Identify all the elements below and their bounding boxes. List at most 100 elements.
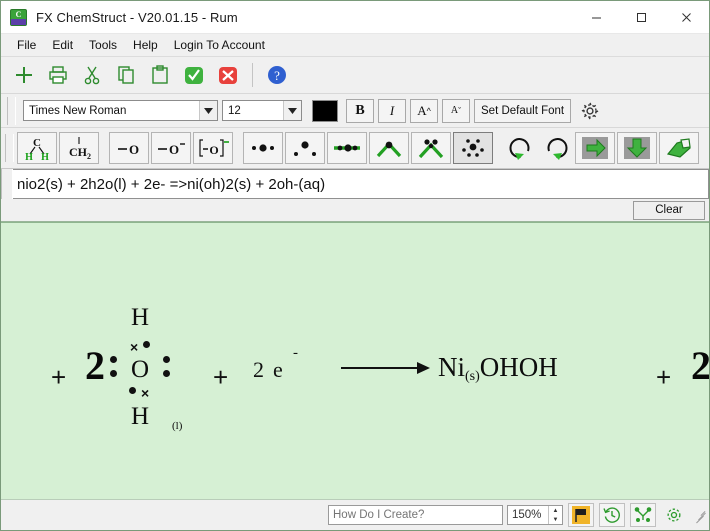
new-icon[interactable] [7,60,41,90]
product-element: Ni [438,352,465,382]
electron-cross-bottom-right: × [141,385,150,401]
chemstruct-app-icon: C [10,8,27,26]
minimize-icon[interactable] [574,1,619,33]
menu-item-tools[interactable]: Tools [81,36,125,54]
maximize-icon[interactable] [619,1,664,33]
chem-structure-toolbar: C H H CH 2 O O O [1,128,709,169]
increase-font-size-button[interactable]: A ^ [410,98,438,123]
set-default-font-button[interactable]: Set Default Font [474,98,572,123]
equation-area: + 2 H × O × H (l) + 2 e - Ni(s)OHOH + 2 [1,223,709,499]
oxygen-anion-icon[interactable]: O [151,132,191,164]
caret-up-icon: ^ [426,105,431,116]
bent-bond-lone-pair-icon[interactable] [411,132,451,164]
equation-plus-1: + [51,362,67,392]
italic-button[interactable]: I [378,98,406,123]
zoom-spinner[interactable]: ▲ ▼ [548,506,562,524]
chevron-down-icon[interactable] [283,101,301,120]
application-window: C FX ChemStruct - V20.01.15 - Rum File E… [0,0,710,531]
zoom-up-icon[interactable]: ▲ [549,506,562,515]
formula-grip[interactable] [1,169,13,199]
decrease-font-size-button[interactable]: Aˇ [442,98,470,123]
history-clock-icon[interactable] [599,503,625,527]
text-color-swatch[interactable] [312,99,338,122]
cancel-x-icon[interactable] [211,60,245,90]
toolbar-separator [252,63,253,87]
product-remainder: OHOH [479,352,558,382]
window-controls [574,1,709,33]
methane-ch-structure-icon[interactable]: C H H [17,132,57,164]
electron-symbol[interactable]: e [273,357,283,383]
zoom-level-value: 150% [512,509,542,521]
equation-plus-3: + [656,362,672,392]
help-question-icon[interactable]: ? [260,60,294,90]
water-oxygen-atom[interactable]: O [131,356,149,384]
svg-text:H: H [41,152,49,161]
bracketed-oxygen-anion-icon[interactable]: O [193,132,233,164]
formula-row: nio2(s) + 2h2o(l) + 2e- =>ni(oh)2(s) + 2… [1,169,709,199]
undo-icon[interactable] [503,132,537,164]
equation-plus-2: + [213,362,229,392]
water-bottom-hydrogen[interactable]: H [131,403,149,431]
font-toolbar: Times New Roman 12 B I A ^ Aˇ Set Default… [1,94,709,128]
molecule-icon[interactable] [630,503,656,527]
decrease-font-size-label: A [450,105,459,116]
window-resize-grip[interactable] [693,508,707,524]
zoom-down-icon[interactable]: ▼ [549,515,562,524]
bent-bond-icon[interactable] [369,132,409,164]
copy-icon[interactable] [109,60,143,90]
gear-icon[interactable] [575,99,605,123]
water-state-label: (l) [172,420,183,432]
caret-down-icon: ˇ [458,105,462,116]
bold-button[interactable]: B [346,98,374,123]
electron-charge-superscript: - [293,345,298,361]
formula-bar: nio2(s) + 2h2o(l) + 2e- =>ni(oh)2(s) + 2… [1,169,709,222]
water-top-hydrogen[interactable]: H [131,304,149,332]
cut-icon[interactable] [75,60,109,90]
trailing-coefficient[interactable]: 2 [691,342,709,389]
export-right-icon[interactable] [575,132,615,164]
window-title: FX ChemStruct - V20.01.15 - Rum [36,9,238,25]
svg-text:O: O [209,143,218,157]
electron-coefficient[interactable]: 2 [253,357,264,383]
eraser-icon[interactable] [659,132,699,164]
toolbar-grip[interactable] [7,96,16,125]
svg-text:O: O [169,142,179,157]
three-dot-lone-pair-icon[interactable] [243,132,283,164]
menu-item-login-to-account[interactable]: Login To Account [166,36,273,54]
print-icon[interactable] [41,60,75,90]
svg-text:H: H [25,152,33,161]
flag-icon[interactable] [568,503,594,527]
clear-button[interactable]: Clear [633,200,705,220]
ch2-group-icon[interactable]: CH 2 [59,132,99,164]
chevron-down-icon[interactable] [199,101,217,120]
single-bond-oxygen-icon[interactable]: O [109,132,149,164]
paste-icon[interactable] [143,60,177,90]
svg-text:?: ? [274,68,280,83]
electron-cloud-icon[interactable] [453,132,493,164]
zoom-level-stepper[interactable]: 150% ▲ ▼ [507,505,563,525]
menu-item-help[interactable]: Help [125,36,166,54]
triangle-dots-icon[interactable] [285,132,325,164]
menu-item-file[interactable]: File [9,36,44,54]
download-down-icon[interactable] [617,132,657,164]
electron-dot-left-lower [110,370,117,377]
font-family-select[interactable]: Times New Roman [23,100,218,121]
formula-input[interactable]: nio2(s) + 2h2o(l) + 2e- =>ni(oh)2(s) + 2… [13,169,709,199]
how-do-i-search-input[interactable] [328,505,503,525]
redo-icon[interactable] [539,132,573,164]
structure-canvas[interactable]: + 2 H × O × H (l) + 2 e - Ni(s)OHOH + 2 [1,222,709,499]
accept-check-icon[interactable] [177,60,211,90]
font-size-select[interactable]: 12 [222,100,302,121]
formula-clear-row: Clear [1,199,709,221]
product-formula[interactable]: Ni(s)OHOH [438,352,558,385]
water-coefficient[interactable]: 2 [85,342,105,389]
settings-gear-icon[interactable] [661,503,687,527]
menu-item-edit[interactable]: Edit [44,36,81,54]
bonded-pair-icon[interactable] [327,132,367,164]
close-icon[interactable] [664,1,709,33]
electron-dot-top-right [143,341,150,348]
svg-text:O: O [129,142,139,157]
menu-bar: File Edit Tools Help Login To Account [1,34,709,57]
toolbar-grip[interactable] [5,134,14,162]
increase-font-size-label: A [417,102,427,118]
